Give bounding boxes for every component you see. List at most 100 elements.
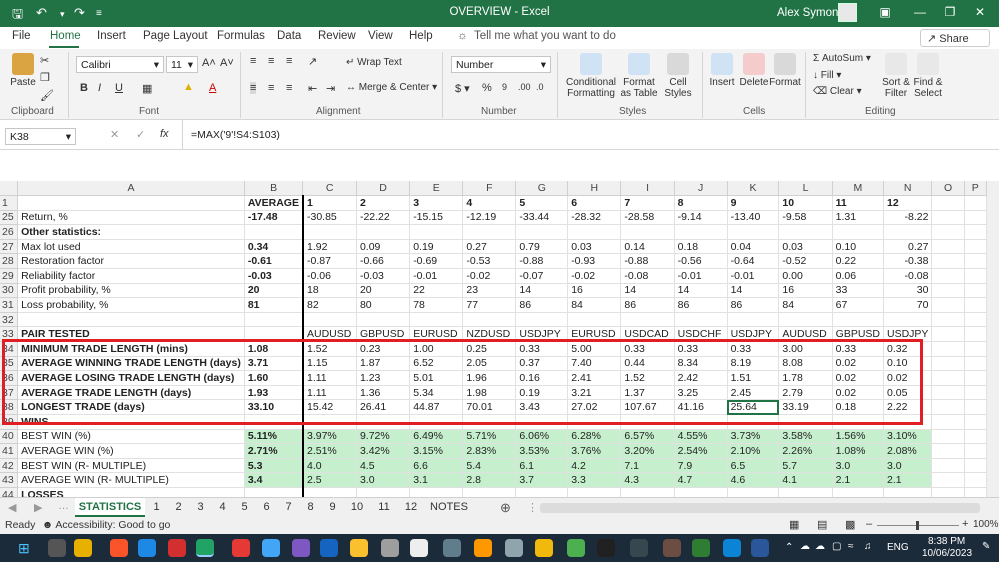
cell-f26[interactable] [462,224,517,240]
sheet-tab-5[interactable]: 5 [234,498,255,517]
cell-e28[interactable]: -0.69 [409,253,464,270]
cell-i40[interactable]: 6.57% [620,429,675,445]
cell-l27[interactable]: 0.03 [778,239,833,255]
cell-h28[interactable]: -0.93 [567,253,622,270]
cell-f27[interactable]: 0.27 [462,239,517,255]
cell-m43[interactable]: 2.1 [832,472,885,488]
find-select-button[interactable]: Find & Select [912,53,944,99]
cell-a31[interactable]: Loss probability, % [17,297,245,313]
format-as-table-button[interactable]: Format as Table [618,53,660,99]
cell-o39[interactable] [931,414,965,430]
orientation-icon[interactable]: ↗ [308,55,317,68]
pdf-icon[interactable] [168,539,186,557]
tab-formulas[interactable]: Formulas [217,30,265,42]
prev-sheet-icon[interactable]: ◀ [8,501,16,514]
cell-m42[interactable]: 3.0 [832,458,885,474]
cell-k43[interactable]: 4.6 [727,472,780,488]
cell-i32[interactable] [620,312,675,328]
cell-j31[interactable]: 86 [674,297,728,313]
cell-h40[interactable]: 6.28% [567,429,622,445]
cell-c27[interactable]: 1.92 [302,239,357,255]
sheet-tab-8[interactable]: 8 [300,498,321,517]
windows-start-icon[interactable]: ⊞ [18,540,30,557]
row-header[interactable]: 30 [0,283,19,299]
cell-d30[interactable]: 20 [356,283,411,299]
cell-g28[interactable]: -0.88 [515,253,569,270]
cell-o28[interactable] [931,253,965,270]
cell-n27[interactable]: 0.27 [883,239,933,255]
increase-decimal-icon[interactable]: .00 [518,82,531,92]
cell-a41[interactable]: AVERAGE WIN (%) [17,443,245,459]
align-bottom-icon[interactable]: ≡ [286,55,292,67]
cell-h1[interactable]: 6 [567,195,622,211]
cell-a44[interactable]: LOSSES [17,487,245,497]
cell-c31[interactable]: 82 [302,297,357,313]
cell-i42[interactable]: 7.1 [620,458,675,474]
cell-p26[interactable] [964,224,987,240]
cell-e26[interactable] [409,224,464,240]
number-format-select[interactable]: Number ▾ [451,56,551,73]
cell-o1[interactable] [931,195,965,211]
cell-p39[interactable] [964,414,987,430]
accessibility-status[interactable]: ☻ Accessibility: Good to go [42,519,170,531]
cell-b44[interactable] [244,487,304,497]
cell-g1[interactable]: 5 [515,195,569,211]
app-icon[interactable] [692,539,710,557]
select-all-corner[interactable] [0,181,19,197]
cell-h29[interactable]: -0.02 [567,268,622,284]
bold-icon[interactable]: B [80,82,88,94]
ribbon-display-icon[interactable]: ▣ [875,5,895,19]
cell-j40[interactable]: 4.55% [674,429,728,445]
word-icon[interactable] [751,539,769,557]
cell-p25[interactable] [964,210,987,226]
zoom-out-icon[interactable]: – [866,518,872,530]
currency-icon[interactable]: $ ▾ [455,82,470,95]
column-header-g[interactable]: G [515,181,569,197]
cell-d29[interactable]: -0.03 [356,268,411,284]
cell-o37[interactable] [931,385,965,401]
cell-c43[interactable]: 2.5 [302,472,357,488]
cell-k44[interactable] [727,487,780,497]
cell-h26[interactable] [567,224,622,240]
next-sheet-icon[interactable]: ▶ [34,501,42,514]
sheet-tab-2[interactable]: 2 [168,498,189,517]
cell-f40[interactable]: 5.71% [462,429,517,445]
cell-f25[interactable]: -12.19 [462,210,517,226]
cell-g26[interactable] [515,224,569,240]
cell-b32[interactable] [244,312,304,328]
cell-h43[interactable]: 3.3 [567,472,622,488]
vlc-icon[interactable] [474,539,492,557]
chrome-icon[interactable] [74,539,92,557]
cell-p30[interactable] [964,283,987,299]
sheet-tab-7[interactable]: 7 [278,498,299,517]
cell-f41[interactable]: 2.83% [462,443,517,459]
cell-p42[interactable] [964,458,987,474]
cell-o41[interactable] [931,443,965,459]
tab-help[interactable]: Help [409,30,433,42]
cell-g42[interactable]: 6.1 [515,458,569,474]
cell-k32[interactable] [727,312,780,328]
row-header[interactable]: 25 [0,210,19,226]
cell-k1[interactable]: 9 [727,195,780,211]
cell-l44[interactable] [778,487,833,497]
tab-insert[interactable]: Insert [97,30,126,42]
cell-i30[interactable]: 14 [620,283,675,299]
cell-h31[interactable]: 84 [567,297,622,313]
row-header[interactable]: 41 [0,443,19,459]
cell-g31[interactable]: 86 [515,297,569,313]
cell-g41[interactable]: 3.53% [515,443,569,459]
wrap-text-button[interactable]: ↵ Wrap Text [346,57,402,68]
cell-l25[interactable]: -9.58 [778,210,833,226]
increase-font-icon[interactable]: A˄ [202,57,216,69]
cut-icon[interactable]: ✂ [40,54,49,67]
cell-i26[interactable] [620,224,675,240]
cell-o33[interactable] [931,326,965,343]
sheet-tab-3[interactable]: 3 [190,498,211,517]
cell-p41[interactable] [964,443,987,459]
cell-f28[interactable]: -0.53 [462,253,517,270]
tab-view[interactable]: View [368,30,393,42]
cell-m44[interactable] [832,487,885,497]
tab-file[interactable]: File [12,30,31,42]
cell-b26[interactable] [244,224,304,240]
cell-a28[interactable]: Restoration factor [17,253,245,270]
